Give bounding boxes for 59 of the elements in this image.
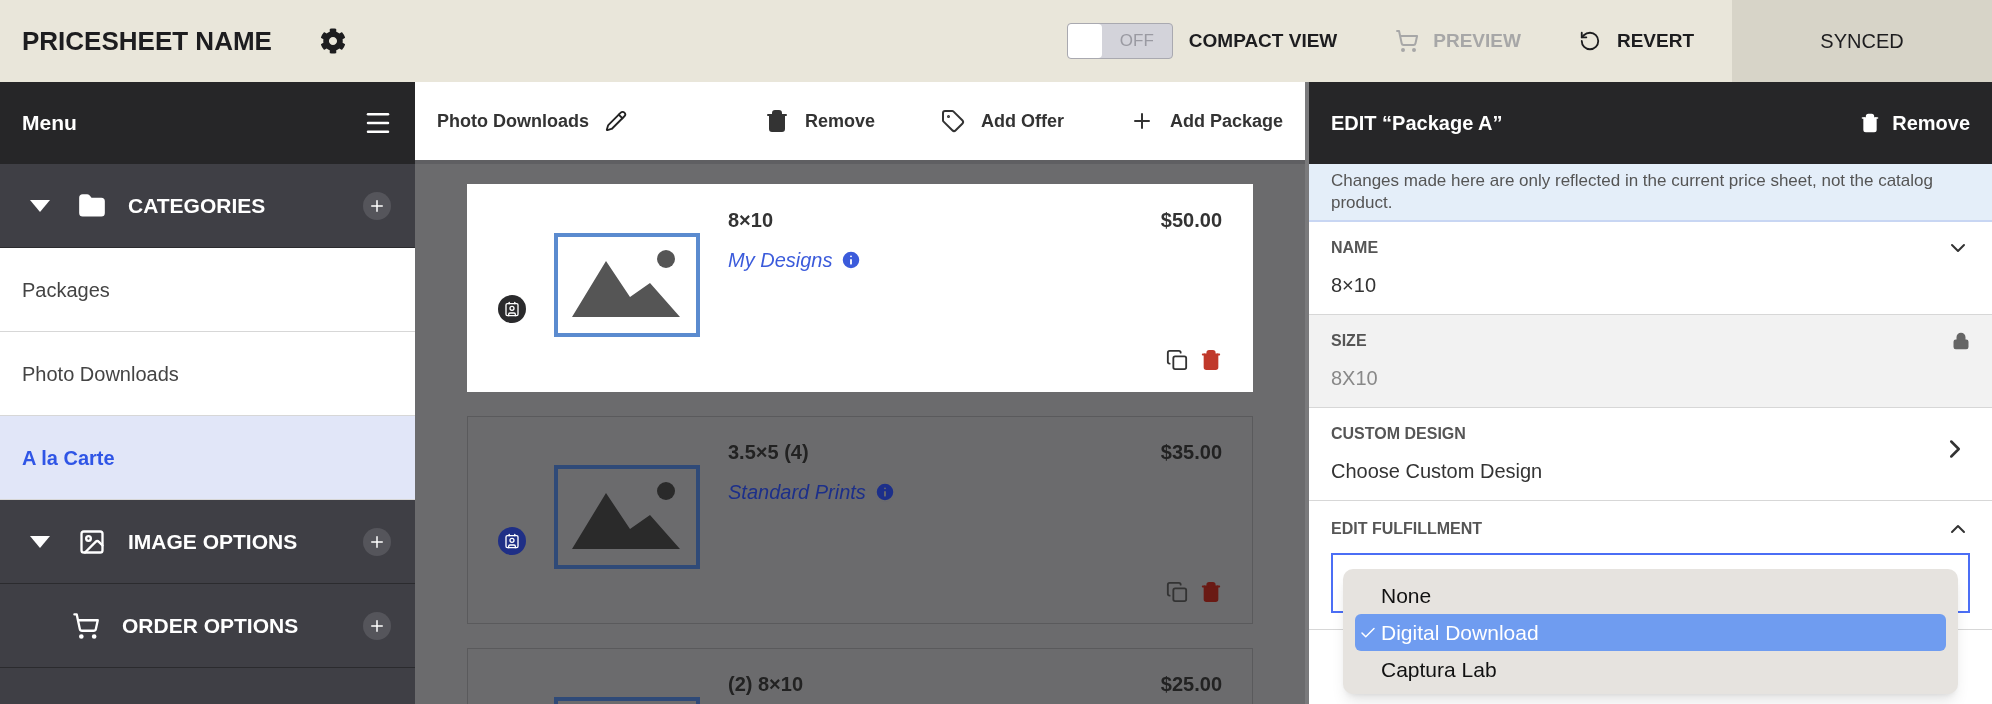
sidebar-item[interactable]: A la Carte — [0, 416, 415, 500]
trash-icon — [1860, 113, 1881, 133]
delete-icon[interactable] — [1200, 349, 1222, 371]
toolbar-button[interactable]: Add Offer — [940, 107, 1064, 135]
field-value[interactable]: Choose Custom Design — [1331, 456, 1970, 486]
trash-icon — [764, 109, 789, 133]
field-value[interactable]: 8×10 — [1331, 270, 1970, 300]
lock-icon — [1952, 332, 1970, 350]
duplicate-icon[interactable] — [1166, 349, 1188, 371]
sidebar-section[interactable]: IMAGE OPTIONS — [0, 500, 415, 584]
product-price: $35.00 — [1160, 440, 1222, 465]
caret-down-icon[interactable] — [30, 535, 50, 548]
sidebar-section[interactable]: ORDER OPTIONS — [0, 584, 415, 668]
field-label: EDIT FULFILLMENT — [1331, 519, 1483, 539]
remove-button[interactable]: Remove — [1860, 108, 1970, 138]
section-label: IMAGE OPTIONS — [128, 528, 299, 555]
compact-view-label: COMPACT VIEW — [1188, 28, 1338, 53]
editor-title: EDIT “Package A” — [1331, 111, 1503, 136]
design-link[interactable]: My Designs — [728, 245, 833, 275]
sync-status: SYNCED — [1732, 0, 1992, 82]
toolbar-button[interactable]: Add Package — [1129, 107, 1283, 135]
image-placeholder-icon — [554, 233, 700, 337]
section-icon — [78, 191, 106, 220]
category-title: Photo Downloads — [437, 109, 589, 133]
section-icon — [72, 611, 100, 640]
pricesheet-title: PRICESHEET NAME — [21, 24, 272, 58]
add-icon[interactable] — [363, 527, 391, 556]
sidebar-item[interactable]: Photo Downloads — [0, 332, 415, 416]
contact-icon[interactable] — [498, 527, 526, 555]
menu-title: Menu — [22, 110, 77, 137]
sidebar-item[interactable]: Packages — [0, 248, 415, 332]
toolbar-button[interactable]: Remove — [764, 107, 875, 135]
dropdown-option[interactable]: None — [1355, 577, 1946, 614]
field-label: CUSTOM DESIGN — [1331, 424, 1466, 444]
dropdown-option[interactable]: Captura Lab — [1355, 651, 1946, 688]
revert-button[interactable]: REVERT — [1578, 26, 1694, 56]
section-label: CATEGORIES — [128, 192, 267, 219]
settings-icon[interactable] — [319, 28, 346, 54]
notice-banner: Changes made here are only reflected in the current price sheet, not the catalog product. — [1309, 164, 1992, 222]
product-price: $25.00 — [1160, 672, 1222, 697]
field-value: 8X10 — [1331, 366, 1379, 391]
section-label: ORDER OPTIONS — [122, 612, 300, 639]
field-label: SIZE — [1331, 331, 1367, 351]
product-name: (2) 8×10 — [728, 672, 804, 697]
add-icon[interactable] — [363, 611, 391, 640]
product-price: $50.00 — [1160, 208, 1222, 233]
product-name: 8×10 — [728, 208, 774, 233]
tag-icon — [940, 109, 965, 133]
contact-icon[interactable] — [498, 295, 526, 323]
add-icon[interactable] — [363, 191, 391, 220]
section-icon — [78, 527, 106, 556]
caret-down-icon[interactable] — [30, 199, 50, 212]
cart-icon — [1395, 29, 1420, 53]
edit-icon[interactable] — [605, 110, 627, 132]
product-name: 3.5×5 (4) — [728, 440, 809, 465]
undo-icon — [1578, 30, 1601, 52]
image-placeholder-icon — [554, 465, 700, 569]
field-label: NAME — [1331, 238, 1379, 258]
product-card[interactable]: 8×10 $50.00 My Designs — [467, 184, 1253, 392]
